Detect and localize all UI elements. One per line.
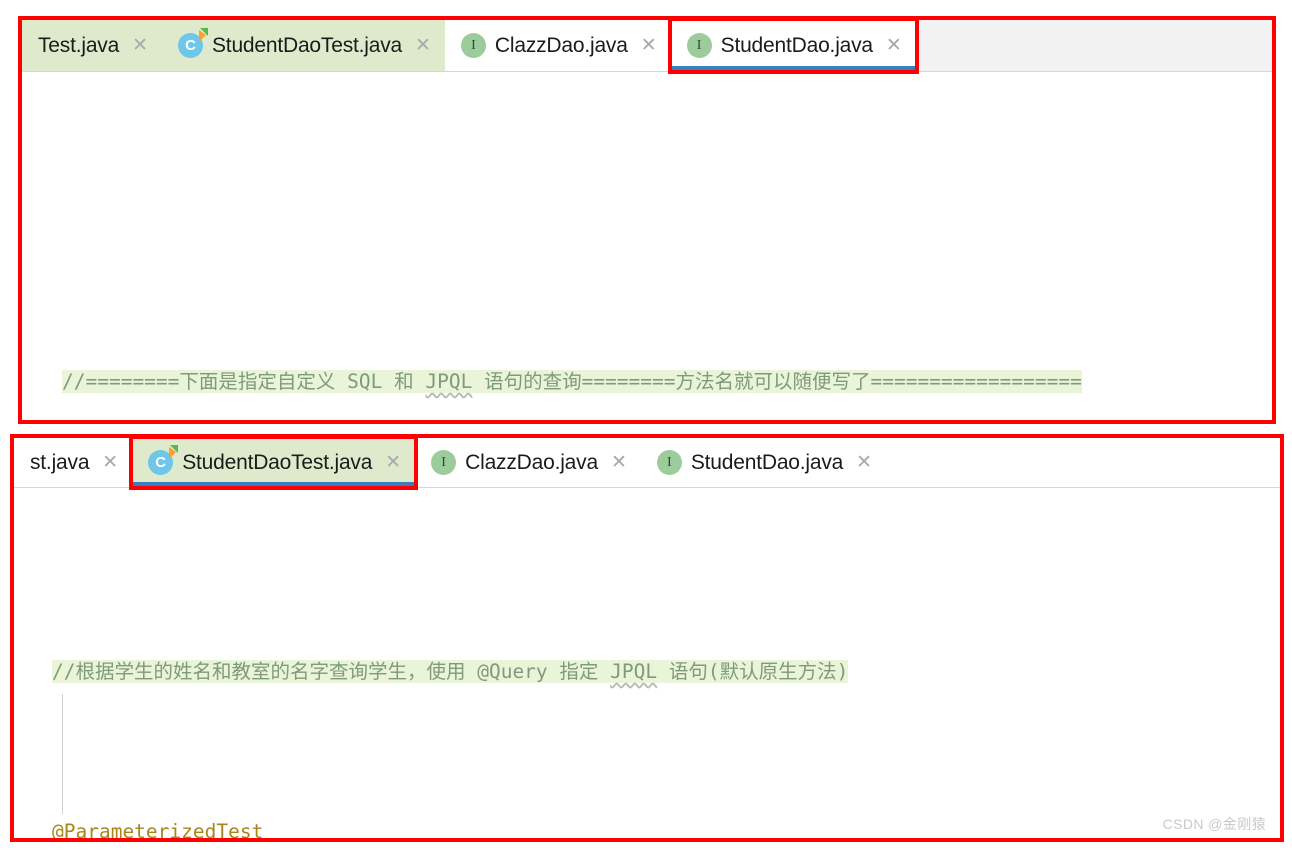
editor-tab-bar-bottom: st.java ✕ C StudentDaoTest.java ✕ I Claz… — [14, 438, 1280, 488]
screenshot-root: Test.java ✕ C StudentDaoTest.java ✕ I Cl… — [0, 0, 1292, 851]
editor-tab-bar-top: Test.java ✕ C StudentDaoTest.java ✕ I Cl… — [22, 20, 1272, 72]
test-class-icon: C — [178, 28, 208, 58]
interface-icon: I — [656, 450, 682, 475]
close-icon[interactable]: ✕ — [886, 36, 902, 55]
test-class-icon-glyph: C — [155, 454, 167, 471]
tab-label: st.java — [30, 450, 90, 474]
tab-label: Test.java — [38, 33, 120, 57]
close-icon[interactable]: ✕ — [415, 36, 431, 55]
close-icon[interactable]: ✕ — [641, 36, 657, 55]
comment-token: //======== — [62, 370, 180, 393]
comment-token-jpql: JPQL — [610, 660, 658, 683]
close-icon[interactable]: ✕ — [102, 453, 118, 472]
tab-student-dao-java-bottom[interactable]: I StudentDao.java ✕ — [640, 438, 887, 487]
test-class-icon-glyph: C — [185, 37, 196, 54]
comment-token: 语句的查询========方法名就可以随便写了=================… — [472, 370, 1082, 393]
interface-icon: I — [460, 33, 486, 58]
tab-label: ClazzDao.java — [465, 450, 598, 474]
code-editor-student-dao[interactable]: //========下面是指定自定义 SQL 和 JPQL 语句的查询=====… — [22, 72, 1272, 420]
tab-bar-filler — [915, 20, 1272, 71]
interface-icon: I — [686, 33, 712, 58]
comment-token: 语句(默认原生方法) — [657, 660, 849, 683]
test-class-icon-leaf-accent — [169, 447, 177, 459]
code-line-parameterized-test: @ParameterizedTest — [52, 812, 1280, 842]
test-class-icon: C — [148, 445, 179, 475]
close-icon[interactable]: ✕ — [385, 453, 401, 472]
close-icon[interactable]: ✕ — [611, 453, 627, 472]
code-line-comment-1: //根据学生的姓名和教室的名字查询学生，使用 @Query 指定 JPQL 语句… — [52, 652, 1280, 692]
tab-label: StudentDao.java — [720, 33, 873, 57]
interface-icon-glyph: I — [471, 37, 476, 53]
code-editor-student-dao-test[interactable]: //根据学生的姓名和教室的名字查询学生，使用 @Query 指定 JPQL 语句… — [14, 488, 1280, 842]
interface-icon-glyph: I — [696, 37, 702, 53]
tab-clazz-dao-java-bottom[interactable]: I ClazzDao.java ✕ — [415, 438, 641, 487]
annotation-parameterized-test: @ParameterizedTest — [52, 820, 264, 842]
tab-clazz-dao-java-top[interactable]: I ClazzDao.java ✕ — [444, 20, 671, 71]
close-icon[interactable]: ✕ — [132, 36, 148, 55]
tab-student-dao-test-java-top[interactable]: C StudentDaoTest.java ✕ — [162, 20, 445, 71]
code-line-comment-1: //========下面是指定自定义 SQL 和 JPQL 语句的查询=====… — [62, 362, 1272, 402]
tab-bar-filler — [886, 438, 1280, 487]
editor-panel-student-dao-test: st.java ✕ C StudentDaoTest.java ✕ I Claz… — [10, 434, 1284, 842]
editor-panel-student-dao: Test.java ✕ C StudentDaoTest.java ✕ I Cl… — [18, 16, 1276, 424]
interface-icon-glyph: I — [667, 454, 672, 470]
tab-label: StudentDaoTest.java — [212, 33, 402, 57]
tab-label: StudentDaoTest.java — [182, 450, 373, 474]
watermark: CSDN @金刚猿 — [1162, 816, 1266, 832]
tab-student-dao-test-java-bottom[interactable]: C StudentDaoTest.java ✕ — [132, 438, 416, 487]
interface-icon: I — [431, 450, 457, 475]
tab-student-dao-java-top[interactable]: I StudentDao.java ✕ — [670, 20, 917, 71]
indent-guide — [62, 694, 63, 814]
tab-label: ClazzDao.java — [494, 33, 628, 57]
tab-test-java-top[interactable]: Test.java ✕ — [22, 20, 162, 71]
interface-icon-glyph: I — [441, 454, 446, 470]
comment-token-jpql: JPQL — [425, 370, 473, 393]
tab-label: StudentDao.java — [690, 450, 844, 474]
tab-st-java-bottom[interactable]: st.java ✕ — [14, 438, 133, 487]
close-icon[interactable]: ✕ — [856, 453, 872, 472]
test-class-icon-leaf-accent — [199, 30, 206, 42]
comment-token: //根据学生的姓名和教室的名字查询学生，使用 @Query 指定 — [52, 660, 611, 683]
comment-token: 下面是指定自定义 SQL 和 — [179, 370, 426, 393]
